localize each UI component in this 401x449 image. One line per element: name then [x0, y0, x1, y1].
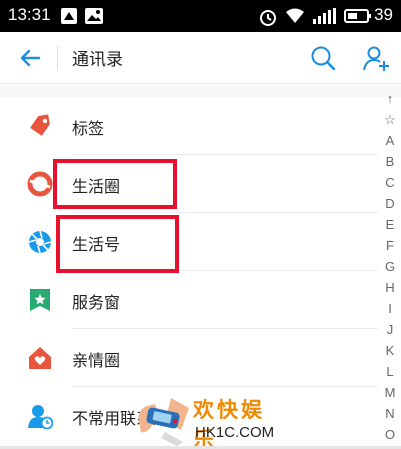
- section-gap: [0, 85, 401, 97]
- index-letter[interactable]: I: [380, 298, 400, 319]
- add-user-icon[interactable]: [362, 44, 390, 72]
- index-letter[interactable]: J: [380, 319, 400, 340]
- back-arrow-icon[interactable]: [18, 46, 42, 70]
- battery-icon: [344, 9, 371, 23]
- image-icon: [85, 8, 103, 24]
- notification-icon: [61, 8, 77, 24]
- list-item-family-circle[interactable]: 亲情圈: [0, 329, 378, 387]
- index-letter[interactable]: B: [380, 151, 400, 172]
- status-bar: 13:31 39: [0, 0, 401, 32]
- service-window-icon: [30, 289, 50, 311]
- list-item-tags[interactable]: 标签: [0, 97, 378, 155]
- index-letter[interactable]: L: [380, 361, 400, 382]
- app-header: 通讯录: [0, 32, 401, 84]
- index-letter[interactable]: K: [380, 340, 400, 361]
- index-letter[interactable]: D: [380, 193, 400, 214]
- watermark-en-text: HK1C.COM: [195, 424, 275, 441]
- index-letter[interactable]: G: [380, 256, 400, 277]
- index-letter[interactable]: ☆: [380, 109, 400, 130]
- highlight-box-life-circle: [53, 159, 177, 209]
- watermark: 欢快娱乐 HK1C.COM: [135, 392, 285, 449]
- highlight-box-life-account: [56, 215, 179, 273]
- life-circle-icon: [27, 171, 53, 197]
- alphabet-index-bar[interactable]: ↑ ☆ A B C D E F G H I J K L M N O: [380, 88, 400, 448]
- list-item-service-window[interactable]: 服务窗: [0, 271, 378, 329]
- index-letter[interactable]: ↑: [380, 88, 400, 109]
- index-letter[interactable]: O: [380, 424, 400, 445]
- list-item-label: 标签: [72, 119, 105, 138]
- family-icon: [29, 347, 51, 369]
- battery-percent: 39: [374, 5, 393, 24]
- index-letter[interactable]: H: [380, 277, 400, 298]
- search-icon[interactable]: [310, 45, 336, 71]
- tag-icon: [30, 114, 50, 136]
- index-letter[interactable]: M: [380, 382, 400, 403]
- life-account-icon: [28, 230, 52, 254]
- index-letter[interactable]: C: [380, 172, 400, 193]
- contact-clock-icon: [28, 405, 53, 429]
- page-title: 通讯录: [72, 50, 123, 70]
- index-letter[interactable]: A: [380, 130, 400, 151]
- game-controller-hands-icon: [138, 398, 189, 446]
- list-item-label: 亲情圈: [72, 351, 121, 370]
- index-letter[interactable]: E: [380, 214, 400, 235]
- index-letter[interactable]: F: [380, 235, 400, 256]
- list-item-label: 服务窗: [72, 293, 121, 312]
- status-time: 13:31: [8, 5, 51, 24]
- header-divider: [57, 46, 58, 70]
- alarm-icon: [260, 10, 276, 26]
- signal-icon: [313, 8, 336, 24]
- wifi-icon: [286, 8, 304, 23]
- index-letter[interactable]: N: [380, 403, 400, 424]
